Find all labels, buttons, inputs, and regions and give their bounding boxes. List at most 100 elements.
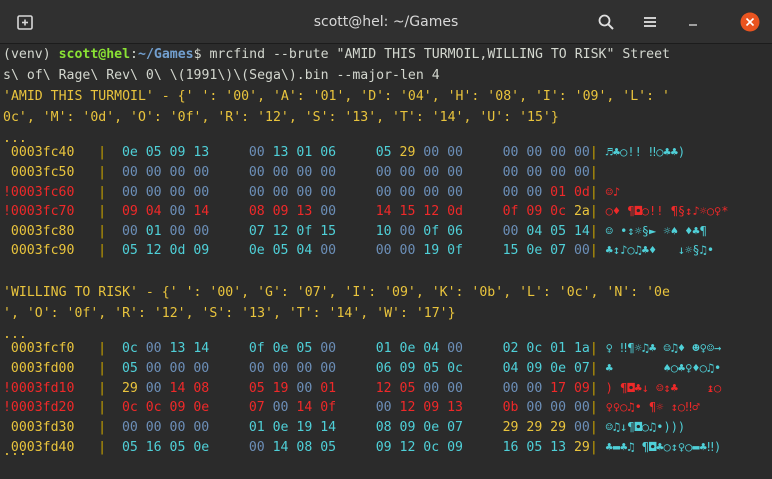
hex-byte: 15 <box>320 224 337 239</box>
column-separator: | <box>98 381 107 396</box>
close-icon[interactable] <box>737 9 763 35</box>
hex-byte: 0e <box>423 420 440 435</box>
prompt-user-host: scott@hel <box>58 47 131 62</box>
ascii-column: ♣ ♠○♣♀♦○♫• <box>605 361 722 375</box>
hex-byte: 0e <box>193 440 210 455</box>
hex-row: 0003fcf0 | 0c 00 13 14 0f 0e 05 00 01 0e 04 00 02 0c 01 1… <box>3 338 768 359</box>
hex-byte: 04 <box>296 243 313 258</box>
hex-row: 0003fc40 | 0e 05 09 13 00 13 01 06 05 29 00 00 00 00 00 0… <box>3 142 768 163</box>
hex-row: 0003fc50 | 00 00 00 00 00 00 00 00 00 00 00 00 00 00 00 0… <box>3 162 768 183</box>
address: 0003fc70 <box>10 204 75 219</box>
hex-byte: 16 <box>145 440 162 455</box>
hex-byte: 08 <box>375 420 392 435</box>
column-separator: | <box>98 185 107 200</box>
hex-byte: 13 <box>193 145 210 160</box>
hex-byte: 29 <box>399 145 416 160</box>
hex-byte: 00 <box>502 185 519 200</box>
address: 0003fc60 <box>10 185 75 200</box>
hex-byte: 00 <box>526 165 543 180</box>
hex-byte: 01 <box>296 145 313 160</box>
hamburger-menu-icon[interactable] <box>637 9 663 35</box>
hex-byte: 00 <box>550 165 567 180</box>
hex-byte: 05 <box>145 145 162 160</box>
final-ellipsis: ... <box>3 444 27 459</box>
hex-byte: 09 <box>573 381 590 396</box>
column-separator: | <box>589 185 598 200</box>
hex-byte: 00 <box>320 243 337 258</box>
column-separator: | <box>589 361 598 376</box>
hex-byte: 00 <box>320 361 337 376</box>
hex-byte: 05 <box>526 440 543 455</box>
map-line: ', 'O': '0f', 'R': '12', 'S': '13', 'T':… <box>3 306 456 321</box>
address: 0003fd20 <box>10 400 75 415</box>
hex-byte: 09 <box>526 361 543 376</box>
hex-row: ! 0003fc60 | 00 00 00 00 00 00 00 00 00 00 00 00 00 00 01… <box>3 182 768 203</box>
hex-row: 0003fc90 | 05 12 0d 09 0e 05 04 00 00 00 19 0f 15 0e 07 0… <box>3 240 768 261</box>
ascii-column: ♣▬♣♫ ¶◘♣○↕♀○▬♣‼) <box>605 440 722 454</box>
hex-byte: 00 <box>296 361 313 376</box>
hex-byte: 00 <box>193 420 210 435</box>
hex-byte: 19 <box>423 243 440 258</box>
hex-byte: 14 <box>169 381 186 396</box>
minimize-icon[interactable] <box>680 9 706 35</box>
map-line: 'AMID THIS TURMOIL' - {' ': '00', 'A': '… <box>3 89 670 104</box>
hex-byte: 08 <box>296 440 313 455</box>
hex-byte: 01 <box>375 341 392 356</box>
hex-byte: 09 <box>272 204 289 219</box>
hex-byte: 0c <box>121 341 138 356</box>
hex-byte: 09 <box>121 204 138 219</box>
hex-byte: 00 <box>502 145 519 160</box>
hex-byte: 12 <box>399 400 416 415</box>
hex-byte: 05 <box>121 243 138 258</box>
map-line: 'WILLING TO RISK' - {' ': '00', 'G': '07… <box>3 285 670 300</box>
hex-byte: 0b <box>502 400 519 415</box>
hex-byte: 12 <box>375 381 392 396</box>
hex-byte: 1a <box>573 341 590 356</box>
row-marker <box>3 417 11 438</box>
hex-byte: 00 <box>573 243 590 258</box>
hex-byte: 05 <box>375 145 392 160</box>
hex-byte: 00 <box>447 341 463 356</box>
hex-byte: 0f <box>447 243 463 258</box>
row-marker <box>3 142 11 163</box>
column-separator: | <box>98 204 107 219</box>
hex-byte: 0c <box>145 400 162 415</box>
row-marker: ! <box>3 381 11 396</box>
search-icon[interactable] <box>593 9 619 35</box>
hex-byte: 00 <box>296 381 313 396</box>
hex-byte: 14 <box>375 204 392 219</box>
hex-byte: 00 <box>272 361 289 376</box>
hex-byte: 09 <box>193 243 210 258</box>
hex-byte: 05 <box>399 381 416 396</box>
column-separator: | <box>98 400 107 415</box>
hex-byte: 19 <box>272 381 289 396</box>
hex-byte: 04 <box>502 361 519 376</box>
hex-byte: 01 <box>320 381 337 396</box>
hex-byte: 0e <box>526 243 543 258</box>
row-marker <box>3 338 11 359</box>
address: 0003fd10 <box>10 381 75 396</box>
hex-byte: 29 <box>502 420 519 435</box>
column-separator: | <box>98 243 107 258</box>
hex-byte: 0e <box>272 341 289 356</box>
hex-byte: 09 <box>399 420 416 435</box>
hex-byte: 00 <box>248 185 265 200</box>
hex-byte: 00 <box>573 420 590 435</box>
hex-byte: 13 <box>169 341 186 356</box>
terminal-output[interactable]: (venv) scott@hel:~/Games$ mrcfind --brut… <box>0 44 772 479</box>
hex-byte: 01 <box>145 224 162 239</box>
ascii-column: ☺♪ <box>605 185 621 199</box>
hex-byte: 29 <box>550 420 567 435</box>
address: 0003fd00 <box>10 361 75 376</box>
hex-byte: 01 <box>550 341 567 356</box>
column-separator: | <box>98 165 107 180</box>
hex-byte: 0e <box>121 145 138 160</box>
hex-byte: 00 <box>169 185 186 200</box>
hex-byte: 0d <box>169 243 186 258</box>
prompt-colon: : <box>130 47 138 62</box>
prompt-line: (venv) scott@hel:~/Games$ mrcfind --brut… <box>3 44 670 65</box>
hex-byte: 00 <box>423 165 440 180</box>
hex-byte: 01 <box>248 420 265 435</box>
hex-byte: 00 <box>447 145 463 160</box>
hex-row: ! 0003fd10 | 29 00 14 08 05 19 00 01 12 05 00 00 00 00 17… <box>3 378 768 399</box>
